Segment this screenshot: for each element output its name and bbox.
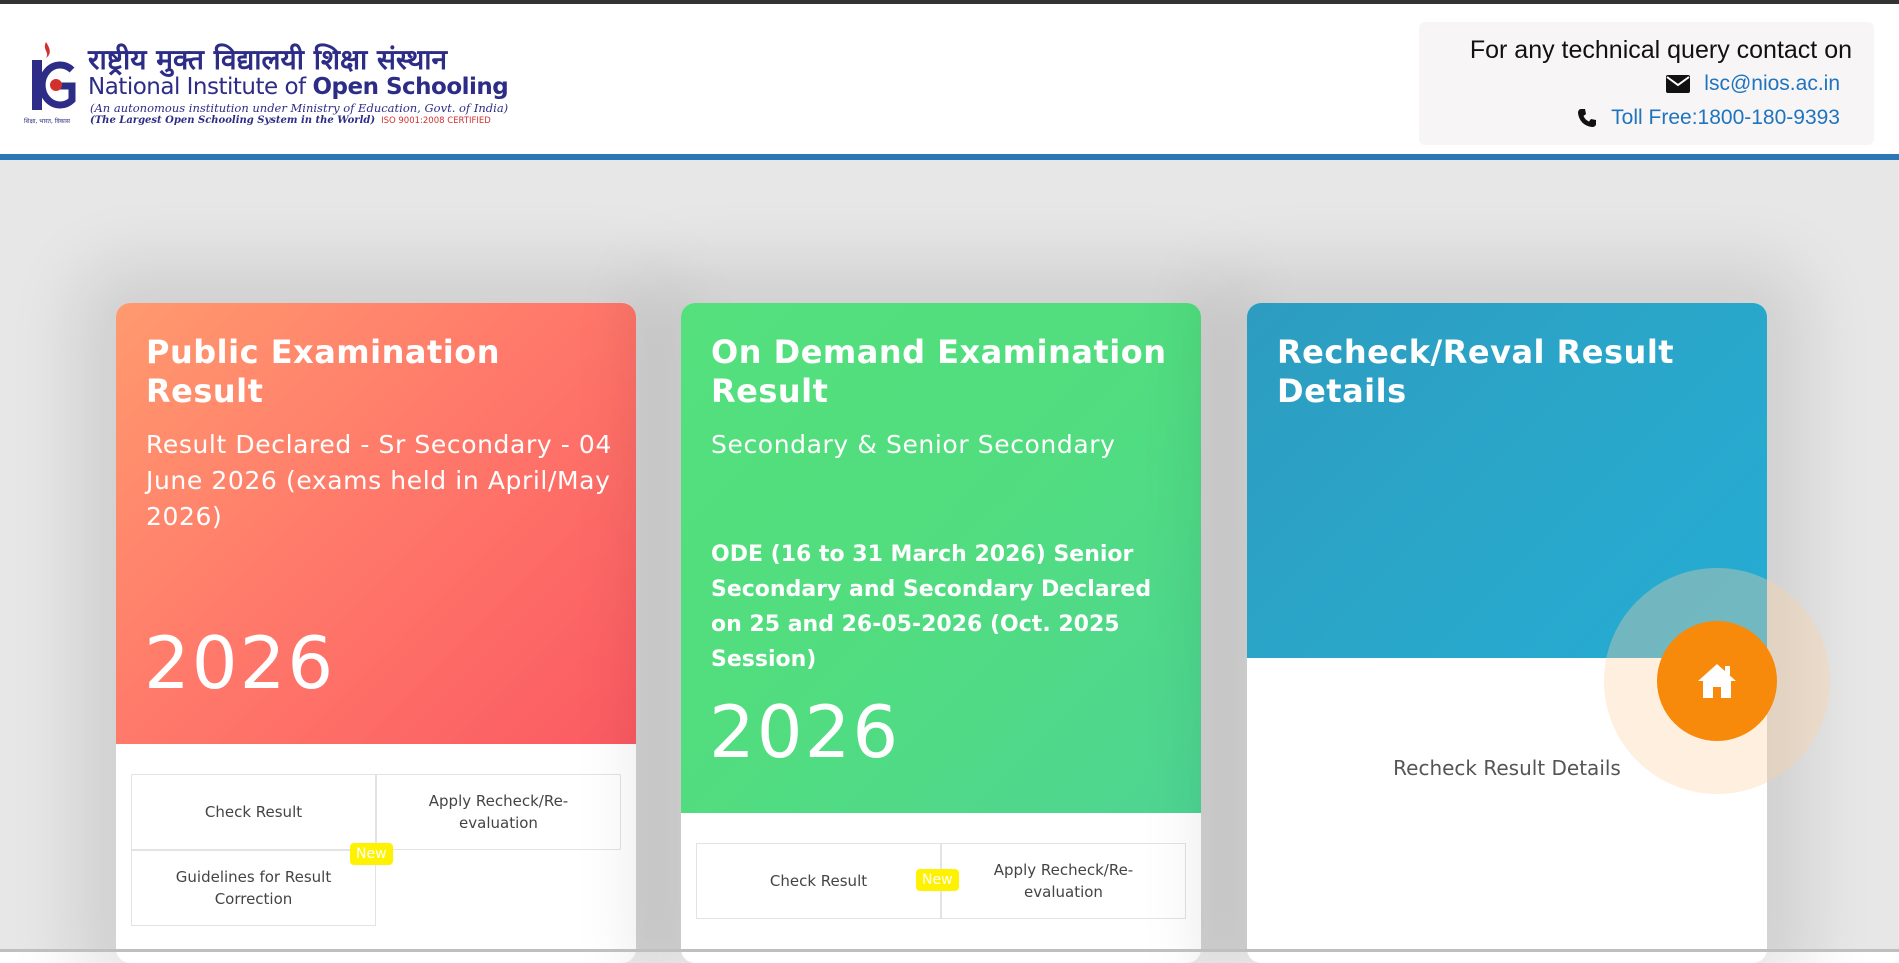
contact-email-link[interactable]: lsc@nios.ac.in (1704, 72, 1840, 96)
nios-logo[interactable]: शिक्षा, भारत, विकास राष्ट्रीय मुक्त विद्… (24, 40, 509, 130)
card-title: Recheck/Reval Result Details (1277, 333, 1675, 410)
apply-recheck-button[interactable]: Apply Recheck/Re-evaluation (941, 843, 1186, 919)
home-button[interactable] (1657, 621, 1777, 741)
contact-box: For any technical query contact on lsc@n… (1419, 22, 1874, 145)
envelope-icon (1666, 75, 1691, 93)
contact-email-row[interactable]: lsc@nios.ac.in (1666, 72, 1840, 96)
home-icon (1698, 664, 1736, 698)
contact-phone-row[interactable]: Toll Free:1800-180-9393 (1577, 106, 1840, 130)
new-badge: New (350, 843, 393, 865)
phone-icon (1578, 109, 1597, 127)
card-title: On Demand Examination Result (711, 333, 1167, 410)
contact-phone-link[interactable]: Toll Free:1800-180-9393 (1611, 106, 1840, 130)
logo-subtitle: (An autonomous institution under Ministr… (90, 101, 509, 115)
card-public-examination-header: Public Examination Result Result Declare… (116, 303, 636, 744)
card-note: ODE (16 to 31 March 2026) Senior Seconda… (711, 542, 1152, 672)
card-on-demand-examination: On Demand Examination Result Secondary &… (681, 303, 1201, 963)
guidelines-result-correction-button[interactable]: Guidelines for Result Correction (131, 850, 376, 926)
logo-hindi-name: राष्ट्रीय मुक्त विद्यालयी शिक्षा संस्थान (88, 43, 448, 76)
logo-tagline-text: (The Largest Open Schooling System in th… (90, 115, 376, 126)
card-year: 2026 (709, 690, 901, 774)
nios-emblem-icon (32, 42, 76, 110)
iso-certified: ISO 9001:2008 CERTIFIED (381, 116, 491, 126)
contact-title: For any technical query contact on (1469, 36, 1852, 64)
card-on-demand-examination-header: On Demand Examination Result Secondary &… (681, 303, 1201, 813)
card-subtitle: Result Declared - Sr Secondary - 04 June… (146, 430, 612, 531)
card-title: Public Examination Result (146, 333, 500, 410)
apply-recheck-button[interactable]: Apply Recheck/Re-evaluation (376, 774, 621, 850)
logo-english-name-part2: Open Schooling (312, 74, 509, 100)
card-public-examination: Public Examination Result Result Declare… (116, 303, 636, 963)
new-badge: New (916, 869, 959, 891)
card-year: 2026 (144, 621, 336, 705)
card-subtitle: Secondary & Senior Secondary (711, 430, 1116, 459)
check-result-button[interactable]: Check Result (131, 774, 376, 850)
check-result-button[interactable]: Check Result (696, 843, 941, 919)
logo-english-name: National Institute of Open Schooling (88, 74, 509, 100)
logo-tagline: (The Largest Open Schooling System in th… (90, 115, 491, 126)
main-content: Public Examination Result Result Declare… (0, 160, 1899, 963)
emblem-caption: शिक्षा, भारत, विकास (24, 118, 70, 125)
site-header: शिक्षा, भारत, विकास राष्ट्रीय मुक्त विद्… (0, 4, 1899, 154)
logo-english-name-part1: National Institute of (88, 74, 313, 100)
